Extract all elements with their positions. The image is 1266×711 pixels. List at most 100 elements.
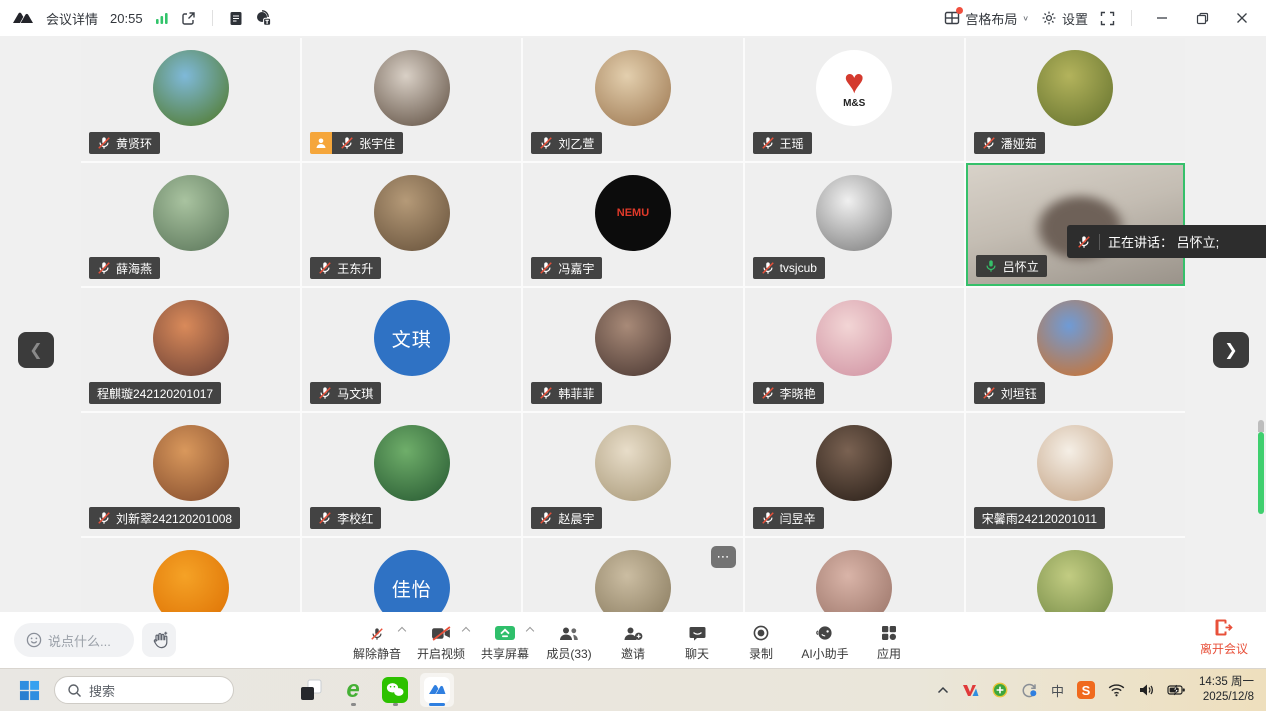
name-tag-body: 薛海燕: [89, 257, 160, 279]
ime-indicator[interactable]: 中: [1051, 681, 1064, 700]
tray-360-icon[interactable]: [992, 682, 1008, 698]
participant-tile[interactable]: [81, 538, 300, 612]
tray-tencent-video-icon[interactable]: [962, 683, 979, 698]
toolbar-item-label: 应用: [877, 645, 901, 662]
toolbar-members-button[interactable]: 成员(33): [537, 618, 601, 662]
participant-tile[interactable]: 佳怡: [302, 538, 521, 612]
name-tag-body: 程麒璇242120201017: [89, 382, 221, 404]
participant-tile[interactable]: 薛海燕: [81, 163, 300, 286]
layout-label: 宫格布局: [965, 9, 1017, 28]
expand-caret-icon[interactable]: [463, 626, 470, 633]
raise-hand-button[interactable]: [142, 623, 176, 657]
participant-tile[interactable]: NEMU冯嘉宇: [523, 163, 742, 286]
participant-tile[interactable]: 王东升: [302, 163, 521, 286]
name-tag-body: 闫昱辛: [753, 507, 824, 529]
search-icon: [67, 683, 82, 698]
participant-tile[interactable]: 宋馨雨242120201011: [966, 413, 1185, 536]
meeting-notes-icon[interactable]: [229, 11, 243, 26]
participant-tile[interactable]: 黄贤环: [81, 38, 300, 161]
layout-switcher[interactable]: 宫格布局 ∨: [944, 9, 1029, 28]
share-screen-icon: [494, 625, 516, 641]
avatar: 佳怡: [374, 550, 450, 612]
mic-muted-icon: [97, 511, 111, 525]
taskbar-meeting-app[interactable]: [420, 673, 454, 707]
taskbar-widgets-app[interactable]: [294, 673, 328, 707]
settings-button[interactable]: 设置: [1041, 9, 1088, 28]
mic-muted-icon: [761, 261, 775, 275]
wifi-icon[interactable]: [1108, 683, 1125, 697]
tray-sogou-icon[interactable]: S: [1077, 681, 1095, 699]
participant-tile[interactable]: 文琪马文琪: [302, 288, 521, 411]
start-button[interactable]: [12, 673, 46, 707]
participant-tile[interactable]: tvsjcub: [745, 163, 964, 286]
participant-tile[interactable]: 李校红: [302, 413, 521, 536]
toolbar-invite-button[interactable]: 邀请: [601, 618, 665, 662]
participant-tile[interactable]: 刘新翠242120201008: [81, 413, 300, 536]
record-status-icon[interactable]: [255, 10, 272, 26]
participant-tile[interactable]: [745, 538, 964, 612]
tile-more-options-button[interactable]: ⋯: [711, 546, 736, 568]
name-tag-body: 王瑶: [753, 132, 812, 154]
speaking-toast-text: 正在讲话： 吕怀立;: [1108, 232, 1219, 251]
participant-tile[interactable]: 潘娅茹: [966, 38, 1185, 161]
toolbar-camera-off-button[interactable]: 开启视频: [409, 618, 473, 662]
close-button[interactable]: [1228, 5, 1256, 31]
name-tag-body: 冯嘉宇: [531, 257, 602, 279]
avatar: [595, 300, 671, 376]
leave-meeting-label: 离开会议: [1200, 640, 1248, 657]
minimize-button[interactable]: [1148, 5, 1176, 31]
mic-muted-icon: [761, 261, 775, 275]
toolbar-mic-muted-button[interactable]: 解除静音: [345, 618, 409, 662]
members-icon: [558, 626, 580, 641]
toolbar-chat-button[interactable]: 聊天: [665, 618, 729, 662]
participant-name-tag: 李晓艳: [753, 382, 824, 404]
battery-icon[interactable]: [1167, 684, 1186, 696]
participant-tile[interactable]: [966, 538, 1185, 612]
toolbar-ai-assistant-button[interactable]: AI小助手: [793, 618, 857, 662]
taskbar-search-input[interactable]: 搜索: [54, 676, 234, 704]
avatar: [374, 50, 450, 126]
grid-layout-icon: [944, 10, 960, 26]
prev-page-button[interactable]: ❮: [18, 332, 54, 368]
name-tag-body: 张宇佳: [332, 132, 403, 154]
mic-muted-icon: [761, 511, 775, 525]
participant-tile[interactable]: 张宇佳: [302, 38, 521, 161]
participant-tile[interactable]: 刘垣钰: [966, 288, 1185, 411]
volume-icon[interactable]: [1138, 683, 1154, 697]
participant-name: 程麒璇242120201017: [97, 385, 213, 402]
leave-meeting-button[interactable]: 离开会议: [1200, 618, 1248, 657]
popout-window-icon[interactable]: [181, 11, 196, 26]
participant-tile[interactable]: 闫昱辛: [745, 413, 964, 536]
toolbar-item-label: 解除静音: [353, 645, 401, 662]
expand-caret-icon[interactable]: [527, 626, 534, 633]
next-page-button[interactable]: ❯: [1213, 332, 1249, 368]
participant-tile[interactable]: [523, 538, 742, 612]
taskbar-clock[interactable]: 14:35 周一 2025/12/8: [1199, 675, 1254, 705]
name-tag-body: 赵晨宇: [531, 507, 602, 529]
network-signal-icon[interactable]: [155, 11, 169, 25]
taskbar-ie-app[interactable]: e: [336, 673, 370, 707]
meeting-detail-label[interactable]: 会议详情: [46, 9, 98, 28]
participant-tile[interactable]: ♥M&S王瑶: [745, 38, 964, 161]
mic-muted-icon: [1077, 235, 1091, 249]
toolbar-apps-button[interactable]: 应用: [857, 618, 921, 662]
expand-caret-icon[interactable]: [399, 626, 406, 633]
name-tag-body: 黄贤环: [89, 132, 160, 154]
scrollbar-thumb[interactable]: [1258, 432, 1264, 514]
toolbar-share-screen-button[interactable]: 共享屏幕: [473, 618, 537, 662]
restore-button[interactable]: [1188, 5, 1216, 31]
participant-tile[interactable]: 李晓艳: [745, 288, 964, 411]
participant-tile[interactable]: 赵晨宇: [523, 413, 742, 536]
tray-expand-chevron-icon[interactable]: [937, 686, 949, 694]
tray-sync-icon[interactable]: [1021, 682, 1038, 698]
vertical-scrollbar[interactable]: [1258, 420, 1264, 548]
participant-tile[interactable]: 刘乙萱: [523, 38, 742, 161]
fullscreen-icon[interactable]: [1100, 11, 1115, 26]
quick-message-input[interactable]: 说点什么...: [14, 623, 134, 657]
participant-tile[interactable]: 程麒璇242120201017: [81, 288, 300, 411]
taskbar-wechat-app[interactable]: [378, 673, 412, 707]
toolbar-record-button[interactable]: 录制: [729, 618, 793, 662]
avatar: [1037, 550, 1113, 612]
participant-tile[interactable]: 韩菲菲: [523, 288, 742, 411]
participant-name: 冯嘉宇: [558, 260, 594, 277]
